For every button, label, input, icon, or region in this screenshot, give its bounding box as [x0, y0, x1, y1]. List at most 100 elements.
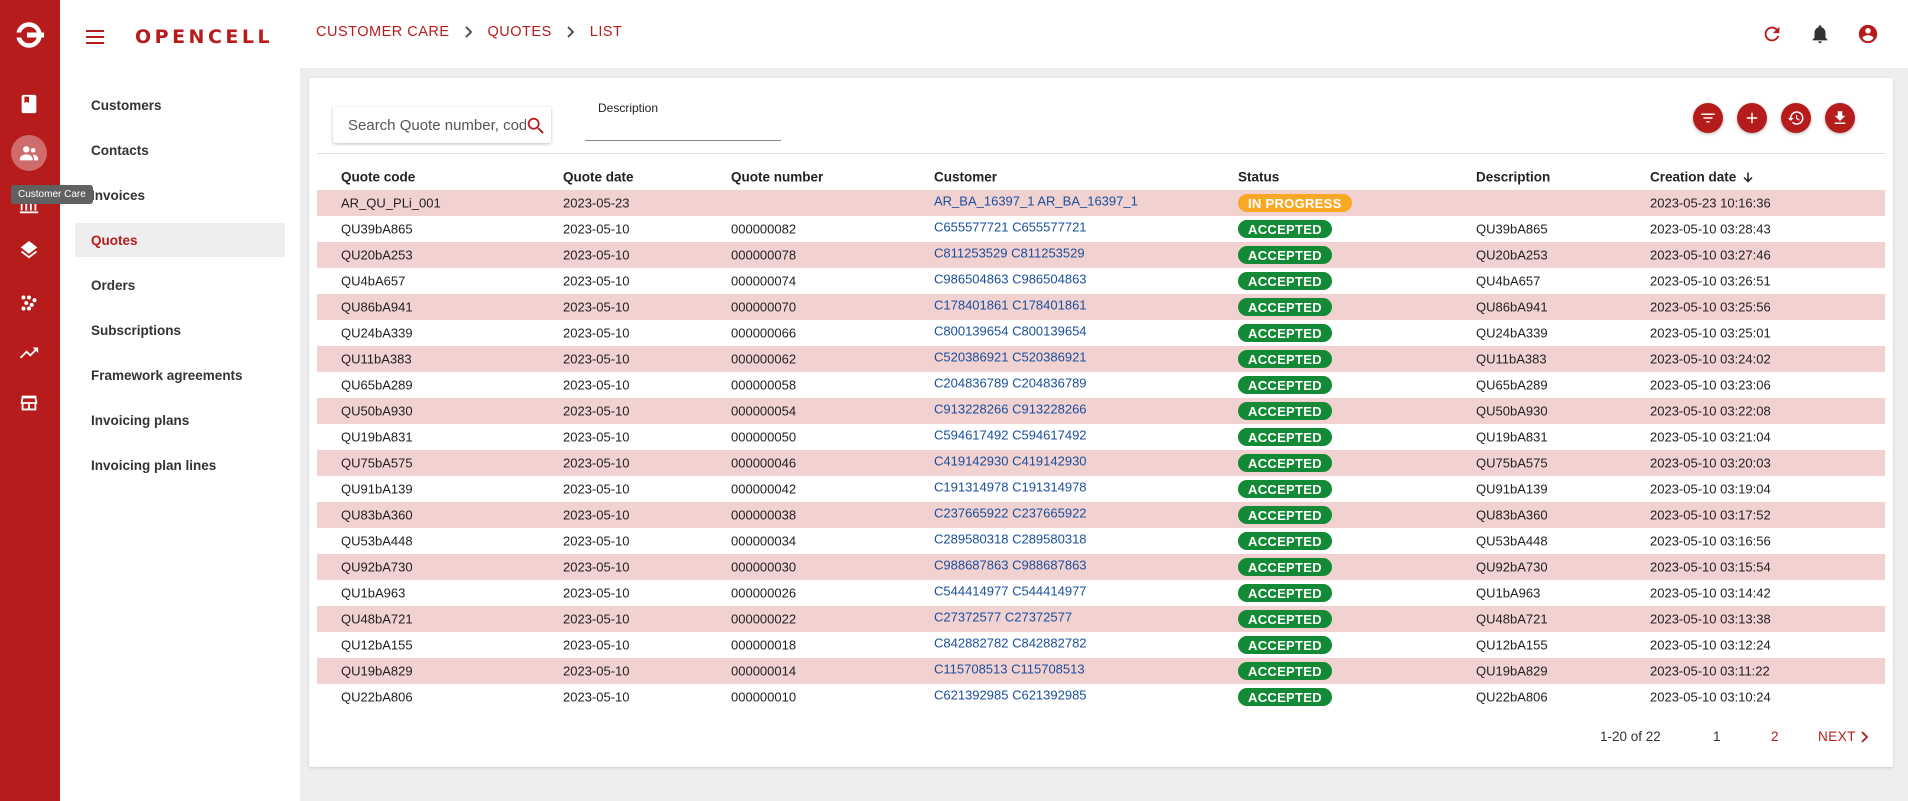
sidebar-item-invoices[interactable]: Invoices [75, 178, 285, 212]
cell-creation-date: 2023-05-23 10:16:36 [1650, 195, 1771, 211]
sidebar-item-invoicing-plans[interactable]: Invoicing plans [75, 403, 285, 437]
table-row[interactable]: QU39bA865 2023-05-10 000000082 C655577721 C… [317, 216, 1885, 242]
filter-icon [1701, 113, 1715, 123]
hamburger-menu-icon[interactable] [85, 27, 107, 47]
table-row[interactable]: QU19bA831 2023-05-10 000000050 C594617492 C… [317, 424, 1885, 450]
cell-customer-link[interactable]: C178401861 C178401861 [934, 298, 1087, 313]
pagination-next-button[interactable]: NEXT [1818, 729, 1870, 744]
brand-logo[interactable]: OPENCELL [135, 25, 273, 49]
submenu-panel: OPENCELL Customers Contacts Invoices Quo… [60, 0, 300, 801]
table-row[interactable]: QU1bA963 2023-05-10 000000026 C544414977 C5… [317, 580, 1885, 606]
add-quote-button[interactable] [1737, 103, 1767, 133]
table-row[interactable]: QU24bA339 2023-05-10 000000066 C800139654 C… [317, 320, 1885, 346]
download-button[interactable] [1825, 103, 1855, 133]
cell-customer-link[interactable]: C594617492 C594617492 [934, 428, 1087, 443]
cell-customer-link[interactable]: C289580318 C289580318 [934, 532, 1087, 547]
sidebar-item-contacts[interactable]: Contacts [75, 133, 285, 167]
sidebar-item-orders[interactable]: Orders [75, 268, 285, 302]
table-row[interactable]: QU75bA575 2023-05-10 000000046 C419142930 C… [317, 450, 1885, 476]
breadcrumb-list[interactable]: LIST [590, 24, 623, 40]
store-icon[interactable] [14, 388, 44, 418]
table-row[interactable]: QU50bA930 2023-05-10 000000054 C913228266 C… [317, 398, 1885, 424]
column-header-description[interactable]: Description [1476, 170, 1550, 185]
sidebar-item-subscriptions[interactable]: Subscriptions [75, 313, 285, 347]
pagination-page-1[interactable]: 1 [1713, 729, 1721, 744]
cell-description: QU86bA941 [1476, 299, 1548, 315]
cell-customer-link[interactable]: C237665922 C237665922 [934, 506, 1087, 521]
table-row[interactable]: QU65bA289 2023-05-10 000000058 C204836789 C… [317, 372, 1885, 398]
cell-customer-link[interactable]: C191314978 C191314978 [934, 480, 1087, 495]
cell-quote-code: QU91bA139 [341, 481, 413, 497]
column-header-quote-number[interactable]: Quote number [731, 170, 823, 185]
cell-description: QU53bA448 [1476, 533, 1548, 549]
cell-quote-code: QU20bA253 [341, 247, 413, 263]
bell-icon[interactable] [1806, 20, 1834, 48]
search-input[interactable] [348, 116, 526, 134]
pagination-page-2[interactable]: 2 [1771, 729, 1779, 744]
cell-customer-link[interactable]: C988687863 C988687863 [934, 558, 1087, 573]
cell-customer-link[interactable]: C520386921 C520386921 [934, 350, 1087, 365]
cell-customer-link[interactable]: C621392985 C621392985 [934, 688, 1087, 703]
table-row[interactable]: QU83bA360 2023-05-10 000000038 C237665922 C… [317, 502, 1885, 528]
layers-icon[interactable] [14, 237, 44, 267]
table-row[interactable]: QU92bA730 2023-05-10 000000030 C988687863 C… [317, 554, 1885, 580]
description-input[interactable] [597, 119, 777, 134]
cell-quote-code: QU11bA383 [341, 351, 412, 367]
sidebar-item-quotes[interactable]: Quotes [75, 223, 285, 257]
cell-customer-link[interactable]: C204836789 C204836789 [934, 376, 1087, 391]
column-header-quote-date[interactable]: Quote date [563, 170, 634, 185]
table-row[interactable]: QU91bA139 2023-05-10 000000042 C191314978 C… [317, 476, 1885, 502]
cell-customer-link[interactable]: C27372577 C27372577 [934, 610, 1072, 625]
account-icon[interactable] [1854, 20, 1882, 48]
cell-customer-link[interactable]: C544414977 C544414977 [934, 584, 1087, 599]
table-row[interactable]: QU53bA448 2023-05-10 000000034 C289580318 C… [317, 528, 1885, 554]
search-icon[interactable] [524, 114, 548, 138]
cell-creation-date: 2023-05-10 03:19:04 [1650, 481, 1771, 497]
reports-icon[interactable] [14, 338, 44, 368]
customer-care-icon[interactable] [11, 135, 47, 171]
table-body: AR_QU_PLi_001 2023-05-23 AR_BA_16397_1 AR_… [317, 190, 1885, 710]
cell-customer-link[interactable]: C913228266 C913228266 [934, 402, 1087, 417]
table-row[interactable]: QU48bA721 2023-05-10 000000022 C27372577 C2… [317, 606, 1885, 632]
cell-customer-link[interactable]: C800139654 C800139654 [934, 324, 1087, 339]
cell-customer-link[interactable]: C655577721 C655577721 [934, 220, 1087, 235]
book-icon[interactable] [14, 89, 44, 119]
column-header-quote-code[interactable]: Quote code [341, 170, 415, 185]
history-button[interactable] [1781, 103, 1811, 133]
table-row[interactable]: QU11bA383 2023-05-10 000000062 C520386921 C… [317, 346, 1885, 372]
cell-customer-link[interactable]: C419142930 C419142930 [934, 454, 1087, 469]
cell-description: QU39bA865 [1476, 221, 1548, 237]
sidebar-item-framework-agreements[interactable]: Framework agreements [75, 358, 285, 392]
refresh-icon[interactable] [1758, 20, 1786, 48]
cell-quote-number: 000000062 [731, 351, 797, 367]
table-row[interactable]: QU19bA829 2023-05-10 000000014 C115708513 C… [317, 658, 1885, 684]
column-header-customer[interactable]: Customer [934, 170, 997, 185]
cell-customer-link[interactable]: C115708513 C115708513 [934, 662, 1085, 677]
table-row[interactable]: QU22bA806 2023-05-10 000000010 C621392985 C… [317, 684, 1885, 710]
cell-customer-link[interactable]: C842882782 C842882782 [934, 636, 1087, 651]
logo-icon[interactable] [14, 20, 44, 50]
cell-customer-link[interactable]: C811253529 C811253529 [934, 246, 1085, 261]
cell-customer-link[interactable]: AR_BA_16397_1 AR_BA_16397_1 [934, 194, 1138, 209]
table-row[interactable]: QU12bA155 2023-05-10 000000018 C842882782 C… [317, 632, 1885, 658]
column-header-creation-date[interactable]: Creation date [1650, 170, 1754, 185]
cell-quote-number: 000000046 [731, 455, 797, 471]
cell-customer-link[interactable]: C986504863 C986504863 [934, 272, 1087, 287]
table-row[interactable]: AR_QU_PLi_001 2023-05-23 AR_BA_16397_1 AR_… [317, 190, 1885, 216]
table-row[interactable]: QU20bA253 2023-05-10 000000078 C811253529 C… [317, 242, 1885, 268]
cell-quote-code: QU19bA829 [341, 663, 413, 679]
breadcrumb-quotes[interactable]: QUOTES [488, 24, 552, 40]
filter-button[interactable] [1693, 103, 1723, 133]
cell-quote-date: 2023-05-10 [563, 637, 630, 653]
breadcrumb-customer-care[interactable]: CUSTOMER CARE [316, 24, 450, 40]
column-header-status[interactable]: Status [1238, 170, 1279, 185]
catalog-icon[interactable] [14, 288, 44, 318]
tooltip: Customer Care [11, 185, 93, 204]
sidebar-item-invoicing-plan-lines[interactable]: Invoicing plan lines [75, 448, 285, 482]
cell-quote-date: 2023-05-10 [563, 663, 630, 679]
cell-quote-date: 2023-05-10 [563, 507, 630, 523]
sidebar-item-customers[interactable]: Customers [75, 88, 285, 122]
table-row[interactable]: QU4bA657 2023-05-10 000000074 C986504863 C9… [317, 268, 1885, 294]
chevron-right-icon [1861, 730, 1869, 743]
table-row[interactable]: QU86bA941 2023-05-10 000000070 C178401861 C… [317, 294, 1885, 320]
